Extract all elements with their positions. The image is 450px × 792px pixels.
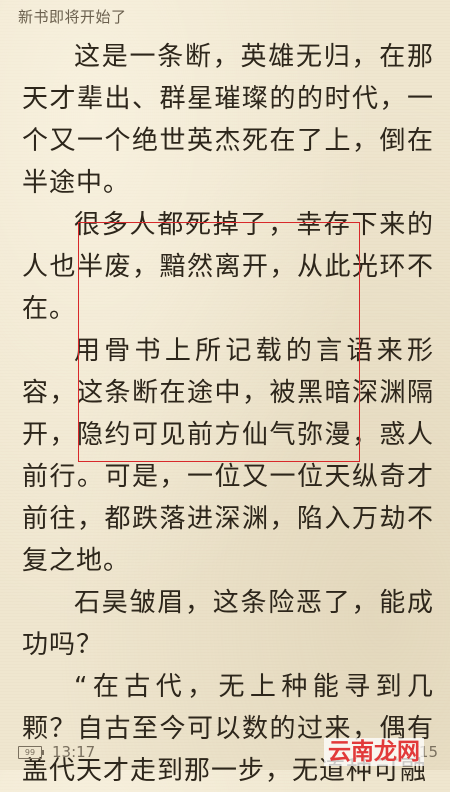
site-watermark: 云南龙网 (324, 738, 424, 766)
reader-page[interactable]: 新书即将开始了 这是一条断，英雄无归，在那天才辈出、群星璀璨的的时代，一个又一个… (0, 0, 450, 786)
book-title: 新书即将开始了 (18, 8, 127, 26)
paragraph: 石昊皱眉，这条险恶了，能成功吗？ (22, 588, 434, 660)
clock: 13:17 (52, 743, 96, 761)
text-selection-box[interactable] (78, 222, 360, 462)
battery-icon: 99 (18, 746, 44, 759)
paragraph: “在古代，无上种能寻到几颗？自古至今可以数的过来，偶有盖代天才走到那一步，无道种… (22, 672, 434, 786)
status-bar: 99 13:17 /15 云南龙网 (0, 736, 450, 770)
paragraph: 这是一条断，英雄无归，在那天才辈出、群星璀璨的的时代，一个又一个绝世英杰死在了上… (22, 42, 434, 198)
